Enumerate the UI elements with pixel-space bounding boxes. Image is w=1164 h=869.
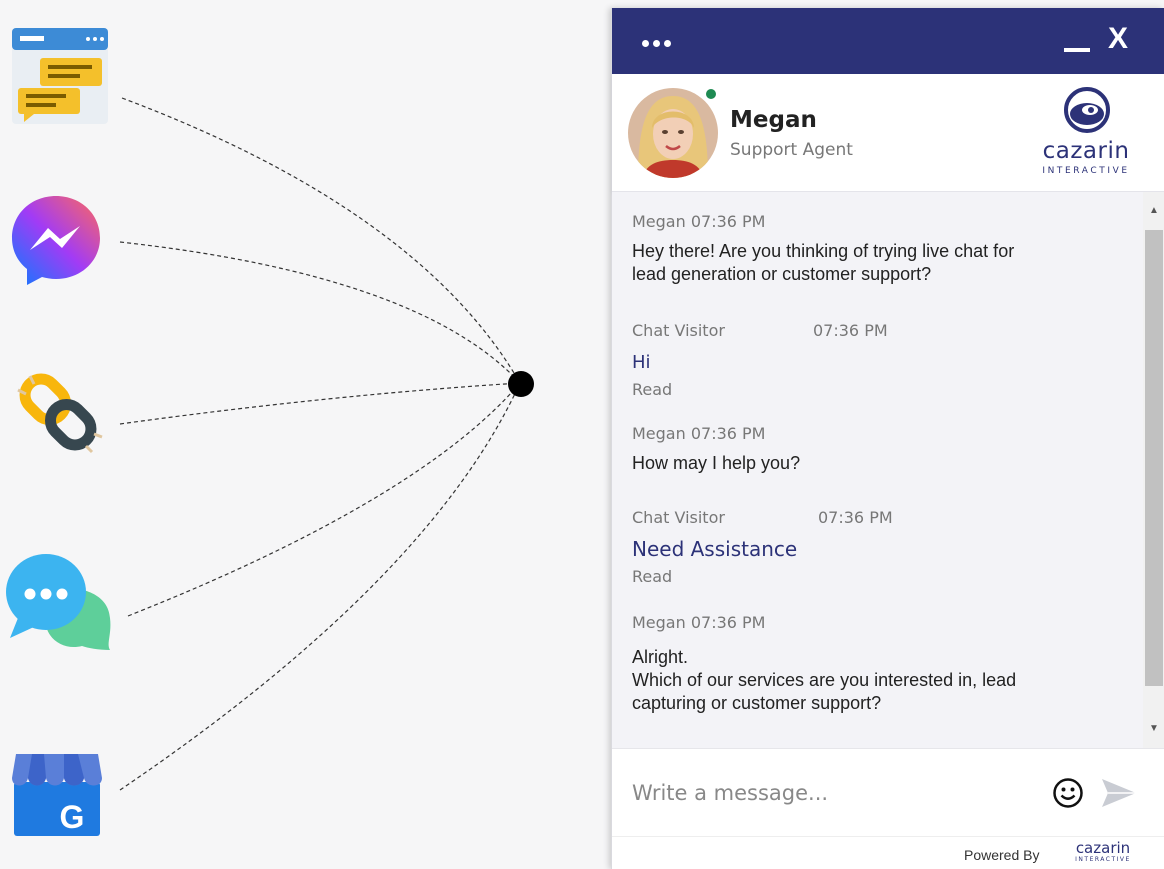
scroll-thumb[interactable] — [1145, 230, 1163, 686]
footer-logo-tagline: INTERACTIVE — [1075, 856, 1131, 863]
send-arrow-icon[interactable] — [1100, 777, 1138, 809]
message-text: Need Assistance — [632, 537, 798, 561]
message-text: How may I help you? — [632, 453, 801, 473]
minimize-button[interactable] — [1064, 26, 1092, 56]
chat-bubbles-icon — [6, 554, 111, 650]
message-agent: Megan 07:36 PM Hey there! Are you thinki… — [632, 212, 1132, 286]
brand-name: cazarin — [1042, 138, 1130, 164]
scroll-up-arrow-icon[interactable]: ▲ — [1143, 202, 1164, 220]
connector-line-website-chat — [121, 97, 521, 384]
message-time: 07:36 PM — [813, 321, 888, 340]
connector-line-google-business — [119, 382, 521, 791]
close-button[interactable]: X — [1108, 24, 1132, 54]
message-agent: Megan 07:36 PM How may I help you? — [632, 424, 1132, 475]
message-text: Hey there! Are you thinking of trying li… — [632, 241, 1015, 284]
messenger-icon — [12, 196, 100, 285]
scroll-down-arrow-icon[interactable]: ▼ — [1143, 720, 1164, 738]
message-text: Hi — [632, 352, 651, 373]
link-icon — [17, 373, 103, 454]
brand-tagline: INTERACTIVE — [1042, 166, 1130, 176]
hub-dot — [508, 371, 534, 397]
message-sender: Chat Visitor — [632, 321, 725, 340]
read-receipt: Read — [632, 380, 673, 399]
connector-line-messenger — [119, 241, 521, 384]
message-meta: Megan 07:36 PM — [632, 424, 766, 443]
message-meta: Megan 07:36 PM — [632, 613, 766, 632]
more-dots-icon[interactable] — [642, 34, 676, 48]
message-input[interactable] — [632, 775, 1032, 811]
message-visitor: Chat Visitor 07:36 PM Hi Read — [632, 321, 1132, 399]
cazarin-logo-icon — [1064, 87, 1110, 133]
message-meta: Megan 07:36 PM — [632, 212, 766, 231]
chat-header: X — [612, 8, 1164, 74]
online-status-indicator — [704, 87, 718, 101]
footer-logo-name: cazarin — [1075, 839, 1131, 857]
message-time: 07:36 PM — [818, 508, 893, 527]
powered-by-label: Powered By — [964, 847, 1040, 863]
avatar — [628, 88, 718, 178]
message-composer — [612, 748, 1164, 836]
brand-logo: cazarin INTERACTIVE — [1034, 86, 1138, 182]
chat-footer: Powered By cazarin INTERACTIVE — [612, 836, 1164, 869]
message-text: Alright. Which of our services are you i… — [632, 647, 1017, 713]
agent-name: Megan — [730, 107, 817, 133]
connector-line-link — [119, 382, 521, 425]
agent-info-bar: Megan Support Agent cazarin INTERACTIVE — [612, 74, 1164, 192]
message-visitor: Chat Visitor 07:36 PM Need Assistance Re… — [632, 508, 1132, 586]
smiley-icon[interactable] — [1052, 777, 1084, 809]
website-chat-icon — [12, 28, 108, 124]
message-sender: Chat Visitor — [632, 508, 725, 527]
read-receipt: Read — [632, 567, 673, 586]
connector-line-sms-chat — [127, 382, 521, 617]
svg-text:G: G — [60, 799, 85, 835]
chat-widget: X Megan Support Agent cazarin INTERACTIV… — [611, 8, 1164, 869]
message-agent: Megan 07:36 PM Alright. Which of our ser… — [632, 613, 1132, 715]
google-business-icon: G — [12, 754, 102, 836]
footer-logo[interactable]: cazarin INTERACTIVE — [1070, 840, 1136, 868]
message-scrollbar[interactable]: ▲ ▼ — [1143, 192, 1164, 748]
message-list[interactable]: Megan 07:36 PM Hey there! Are you thinki… — [612, 192, 1143, 748]
agent-role: Support Agent — [730, 140, 853, 160]
